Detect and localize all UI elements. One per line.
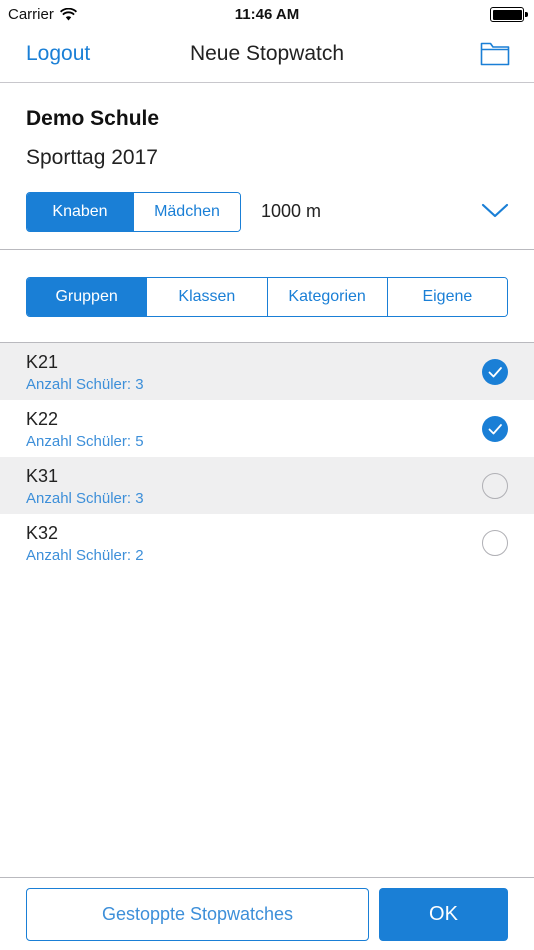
distance-label: 1000 m	[261, 201, 322, 221]
carrier-indicator: Carrier	[8, 6, 77, 23]
list-item[interactable]: K31 Anzahl Schüler: 3	[0, 457, 534, 514]
ok-button[interactable]: OK	[379, 888, 508, 941]
event-name: Sporttag 2017	[26, 146, 158, 169]
tab-gruppen[interactable]: Gruppen	[27, 278, 147, 316]
empty-circle-icon[interactable]	[482, 473, 508, 499]
list-item[interactable]: K22 Anzahl Schüler: 5	[0, 400, 534, 457]
checkmark-icon[interactable]	[482, 359, 508, 385]
event-header: Demo Schule Sporttag 2017 Knaben Mädchen…	[0, 83, 534, 250]
carrier-label: Carrier	[8, 6, 54, 23]
navigation-bar: Logout Neue Stopwatch	[0, 28, 534, 83]
filter-segmented-control: Gruppen Klassen Kategorien Eigene	[26, 277, 508, 317]
group-name: K31	[26, 466, 59, 486]
status-bar: Carrier 11:46 AM	[0, 0, 534, 28]
segment-knaben[interactable]: Knaben	[27, 193, 133, 231]
tab-kategorien[interactable]: Kategorien	[266, 278, 387, 316]
wifi-icon	[59, 8, 77, 21]
student-count: Anzahl Schüler: 2	[26, 547, 144, 564]
battery-icon	[490, 7, 528, 22]
group-name: K32	[26, 523, 59, 543]
group-name: K21	[26, 352, 59, 372]
school-name: Demo Schule	[26, 107, 160, 130]
student-count: Anzahl Schüler: 3	[26, 490, 144, 507]
student-count: Anzahl Schüler: 3	[26, 376, 144, 393]
list-item[interactable]: K21 Anzahl Schüler: 3	[0, 343, 534, 400]
tab-klassen[interactable]: Klassen	[146, 278, 267, 316]
tab-eigene[interactable]: Eigene	[386, 278, 507, 316]
empty-circle-icon[interactable]	[482, 530, 508, 556]
clock: 11:46 AM	[234, 6, 300, 23]
stopped-stopwatches-button[interactable]: Gestoppte Stopwatches	[26, 888, 369, 941]
folder-icon[interactable]	[480, 40, 510, 66]
group-list: K21 Anzahl Schüler: 3 K22 Anzahl Schüler…	[0, 342, 534, 571]
list-item[interactable]: K32 Anzahl Schüler: 2	[0, 514, 534, 571]
footer-toolbar: Gestoppte Stopwatches OK	[0, 877, 534, 950]
segment-maedchen[interactable]: Mädchen	[133, 193, 240, 231]
student-count: Anzahl Schüler: 5	[26, 433, 144, 450]
checkmark-icon[interactable]	[482, 416, 508, 442]
group-name: K22	[26, 409, 59, 429]
chevron-down-icon[interactable]	[480, 199, 510, 221]
gender-segmented-control: Knaben Mädchen	[26, 192, 241, 232]
logout-button[interactable]: Logout	[26, 42, 90, 66]
